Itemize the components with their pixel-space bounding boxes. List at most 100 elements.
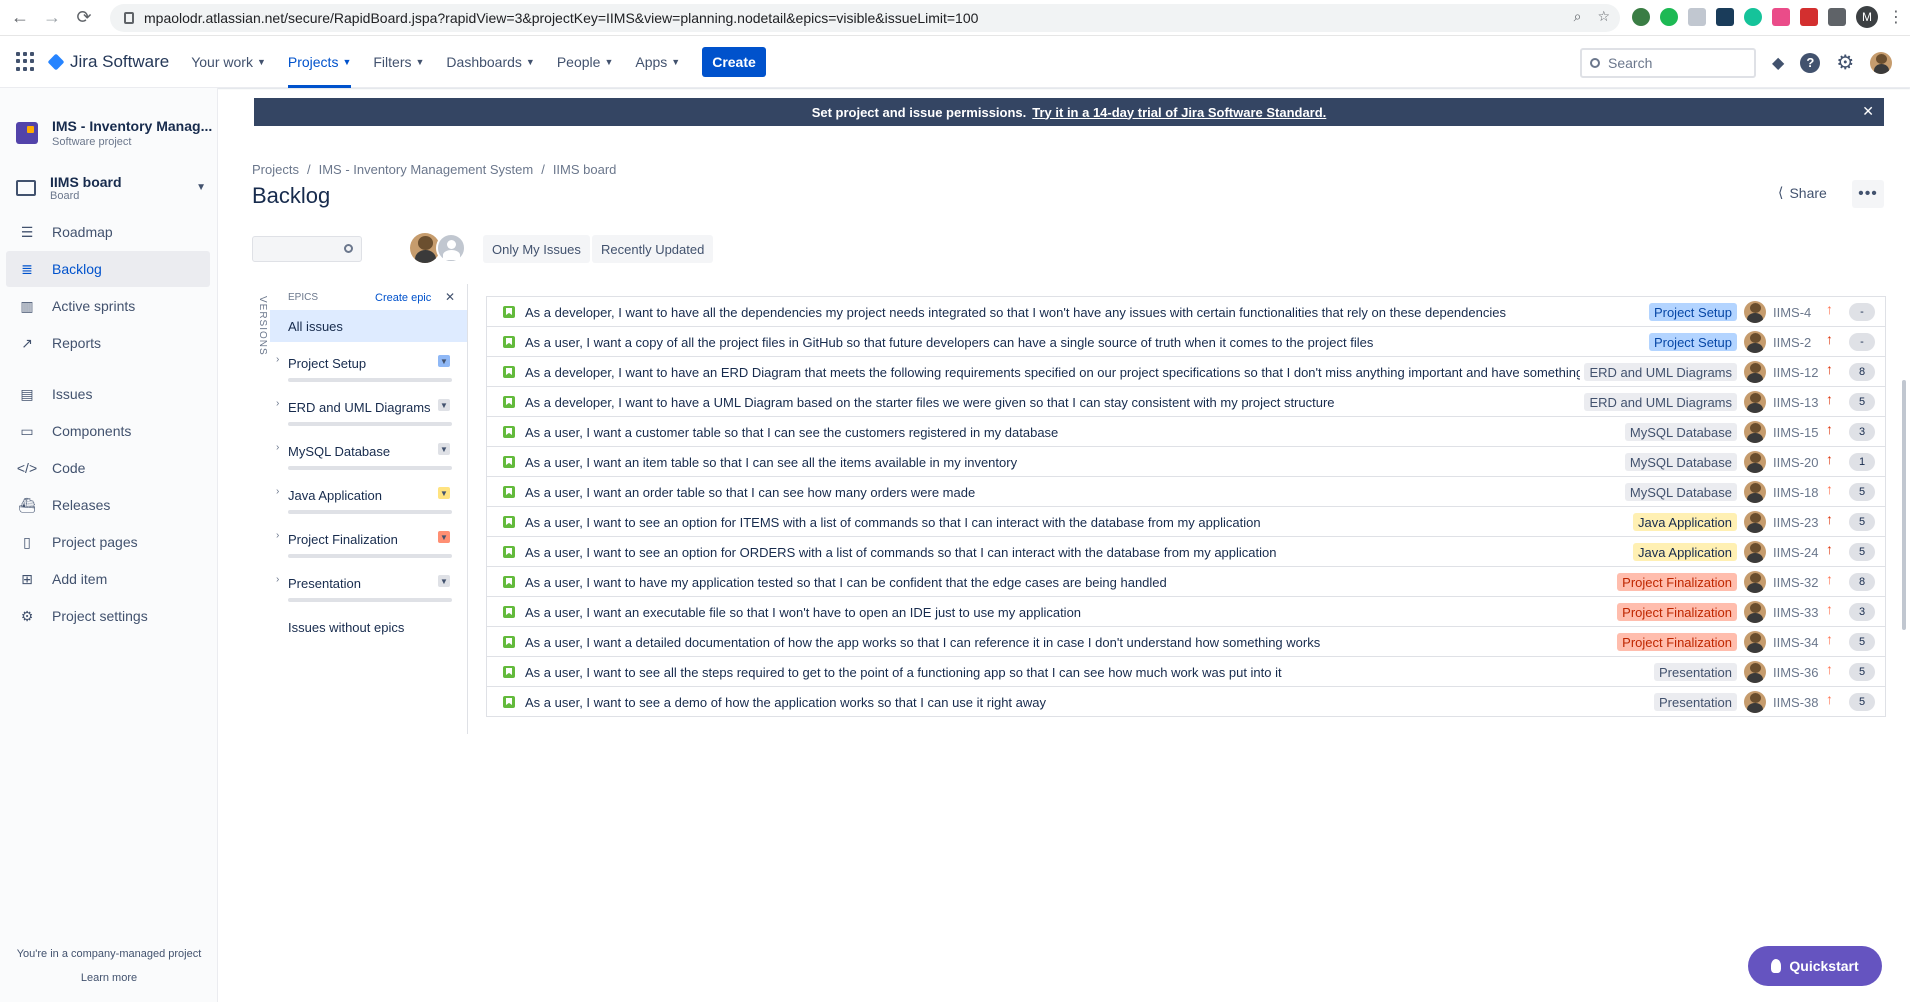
epic-color-dropdown-icon[interactable]: ▼ [438,487,450,499]
epic-lozenge[interactable]: MySQL Database [1624,453,1737,471]
issue-row[interactable]: As a user, I want to see all the steps r… [487,657,1885,687]
chevron-right-icon[interactable]: › [276,398,279,409]
assignee-avatar[interactable] [1744,631,1766,653]
settings-gear-icon[interactable]: ⚙ [1836,50,1854,75]
issue-key[interactable]: IIMS-23 [1773,515,1819,530]
assignee-avatar[interactable] [1744,661,1766,683]
sidebar-item-project-settings[interactable]: ⚙ Project settings [6,598,210,634]
epic-lozenge[interactable]: Java Application [1633,543,1737,561]
forward-icon[interactable]: → [40,6,64,30]
chevron-right-icon[interactable]: › [276,530,279,541]
back-icon[interactable]: ← [8,6,32,30]
browser-menu-icon[interactable]: ⋮ [1888,7,1904,27]
issue-row[interactable]: As a user, I want a customer table so th… [487,417,1885,447]
chevron-right-icon[interactable]: › [276,354,279,365]
nav-apps[interactable]: Apps ▼ [635,54,680,70]
extension-icon[interactable] [1716,8,1734,26]
issue-key[interactable]: IIMS-2 [1773,335,1811,350]
scrollbar-thumb[interactable] [1902,380,1906,630]
assignee-avatar[interactable] [1744,451,1766,473]
learn-more-link[interactable]: Learn more [0,972,218,984]
issue-key[interactable]: IIMS-12 [1773,365,1819,380]
bookmark-star-icon[interactable]: ☆ [1597,8,1610,25]
nav-filters[interactable]: Filters ▼ [373,54,424,70]
close-icon[interactable]: ✕ [445,290,455,304]
extension-icon[interactable] [1772,8,1790,26]
sidebar-item-active-sprints[interactable]: ▥ Active sprints [6,288,210,324]
versions-tab[interactable]: VERSIONS [252,296,268,386]
epic-lozenge[interactable]: MySQL Database [1624,483,1737,501]
epic-item[interactable]: › ERD and UML Diagrams ▼ [270,386,467,430]
epic-lozenge[interactable]: Project Finalization [1617,633,1737,651]
issue-row[interactable]: As a user, I want an executable file so … [487,597,1885,627]
epic-lozenge[interactable]: Java Application [1633,513,1737,531]
nav-projects[interactable]: Projects ▼ [287,36,352,88]
breadcrumb-board[interactable]: IIMS board [553,162,617,177]
sidebar-item-add-item[interactable]: ⊞ Add item [6,561,210,597]
breadcrumb-project[interactable]: IMS - Inventory Management System [319,162,534,177]
epic-lozenge[interactable]: Project Finalization [1617,573,1737,591]
search-input[interactable]: Search [1580,48,1756,78]
board-selector[interactable]: IIMS board Board ▼ [16,174,206,202]
epic-color-dropdown-icon[interactable]: ▼ [438,443,450,455]
extension-icon[interactable] [1632,8,1650,26]
share-button[interactable]: ⟨ Share [1778,184,1827,201]
more-actions-button[interactable]: ••• [1852,180,1884,208]
sidebar-item-code[interactable]: </> Code [6,450,210,486]
sidebar-item-reports[interactable]: ↗ Reports [6,325,210,361]
banner-trial-link[interactable]: Try it in a 14-day trial of Jira Softwar… [1032,105,1326,120]
issue-key[interactable]: IIMS-33 [1773,605,1819,620]
sidebar-item-backlog[interactable]: ≣ Backlog [6,251,210,287]
assignee-avatar[interactable] [1744,361,1766,383]
epic-item[interactable]: › Presentation ▼ [270,562,467,606]
issue-key[interactable]: IIMS-38 [1773,695,1819,710]
epic-lozenge[interactable]: Project Setup [1648,333,1737,351]
assignee-avatar[interactable] [1744,601,1766,623]
issue-row[interactable]: As a user, I want to see a demo of how t… [487,687,1885,717]
chevron-right-icon[interactable]: › [276,574,279,585]
epic-lozenge[interactable]: Project Setup [1648,303,1737,321]
breadcrumb-projects[interactable]: Projects [252,162,299,177]
sidebar-item-releases[interactable]: ⛴ Releases [6,487,210,523]
issue-key[interactable]: IIMS-4 [1773,305,1811,320]
app-switcher-icon[interactable] [16,51,36,72]
epic-color-dropdown-icon[interactable]: ▼ [438,531,450,543]
issue-row[interactable]: As a developer, I want to have all the d… [487,297,1885,327]
issue-key[interactable]: IIMS-32 [1773,575,1819,590]
epic-lozenge[interactable]: MySQL Database [1624,423,1737,441]
assignee-avatar[interactable] [1744,331,1766,353]
assignee-avatar[interactable] [1744,541,1766,563]
backlog-search-input[interactable] [252,236,362,262]
assignee-avatar[interactable] [1744,691,1766,713]
assignee-avatar[interactable] [1744,301,1766,323]
sidebar-item-project-pages[interactable]: ▯ Project pages [6,524,210,560]
assignee-avatar[interactable] [1744,571,1766,593]
browser-profile-avatar[interactable]: M [1856,6,1878,28]
assignee-avatar[interactable] [1744,481,1766,503]
help-icon[interactable]: ? [1800,52,1821,73]
issue-key[interactable]: IIMS-20 [1773,455,1819,470]
issue-row[interactable]: As a user, I want an item table so that … [487,447,1885,477]
issue-row[interactable]: As a user, I want a detailed documentati… [487,627,1885,657]
issue-key[interactable]: IIMS-18 [1773,485,1819,500]
epic-color-dropdown-icon[interactable]: ▼ [438,575,450,587]
epic-lozenge[interactable]: Presentation [1654,663,1737,681]
all-issues-item[interactable]: All issues [270,310,467,342]
epic-lozenge[interactable]: ERD and UML Diagrams [1584,363,1737,381]
epic-lozenge[interactable]: ERD and UML Diagrams [1584,393,1737,411]
create-button[interactable]: Create [702,46,766,77]
assignee-avatar[interactable] [1744,511,1766,533]
extension-icon[interactable] [1688,8,1706,26]
zoom-icon[interactable]: ⌕ [1574,8,1582,25]
sidebar-item-issues[interactable]: ▤ Issues [6,376,210,412]
sidebar-item-roadmap[interactable]: ☰ Roadmap [6,214,210,250]
epic-lozenge[interactable]: Project Finalization [1617,603,1737,621]
unassigned-filter-avatar[interactable] [436,233,466,263]
issue-row[interactable]: As a developer, I want to have an ERD Di… [487,357,1885,387]
issue-key[interactable]: IIMS-36 [1773,665,1819,680]
issue-key[interactable]: IIMS-34 [1773,635,1819,650]
epic-color-dropdown-icon[interactable]: ▼ [438,355,450,367]
issue-row[interactable]: As a user, I want an order table so that… [487,477,1885,507]
extension-icon[interactable] [1800,8,1818,26]
jira-logo[interactable]: Jira Software [47,52,169,72]
